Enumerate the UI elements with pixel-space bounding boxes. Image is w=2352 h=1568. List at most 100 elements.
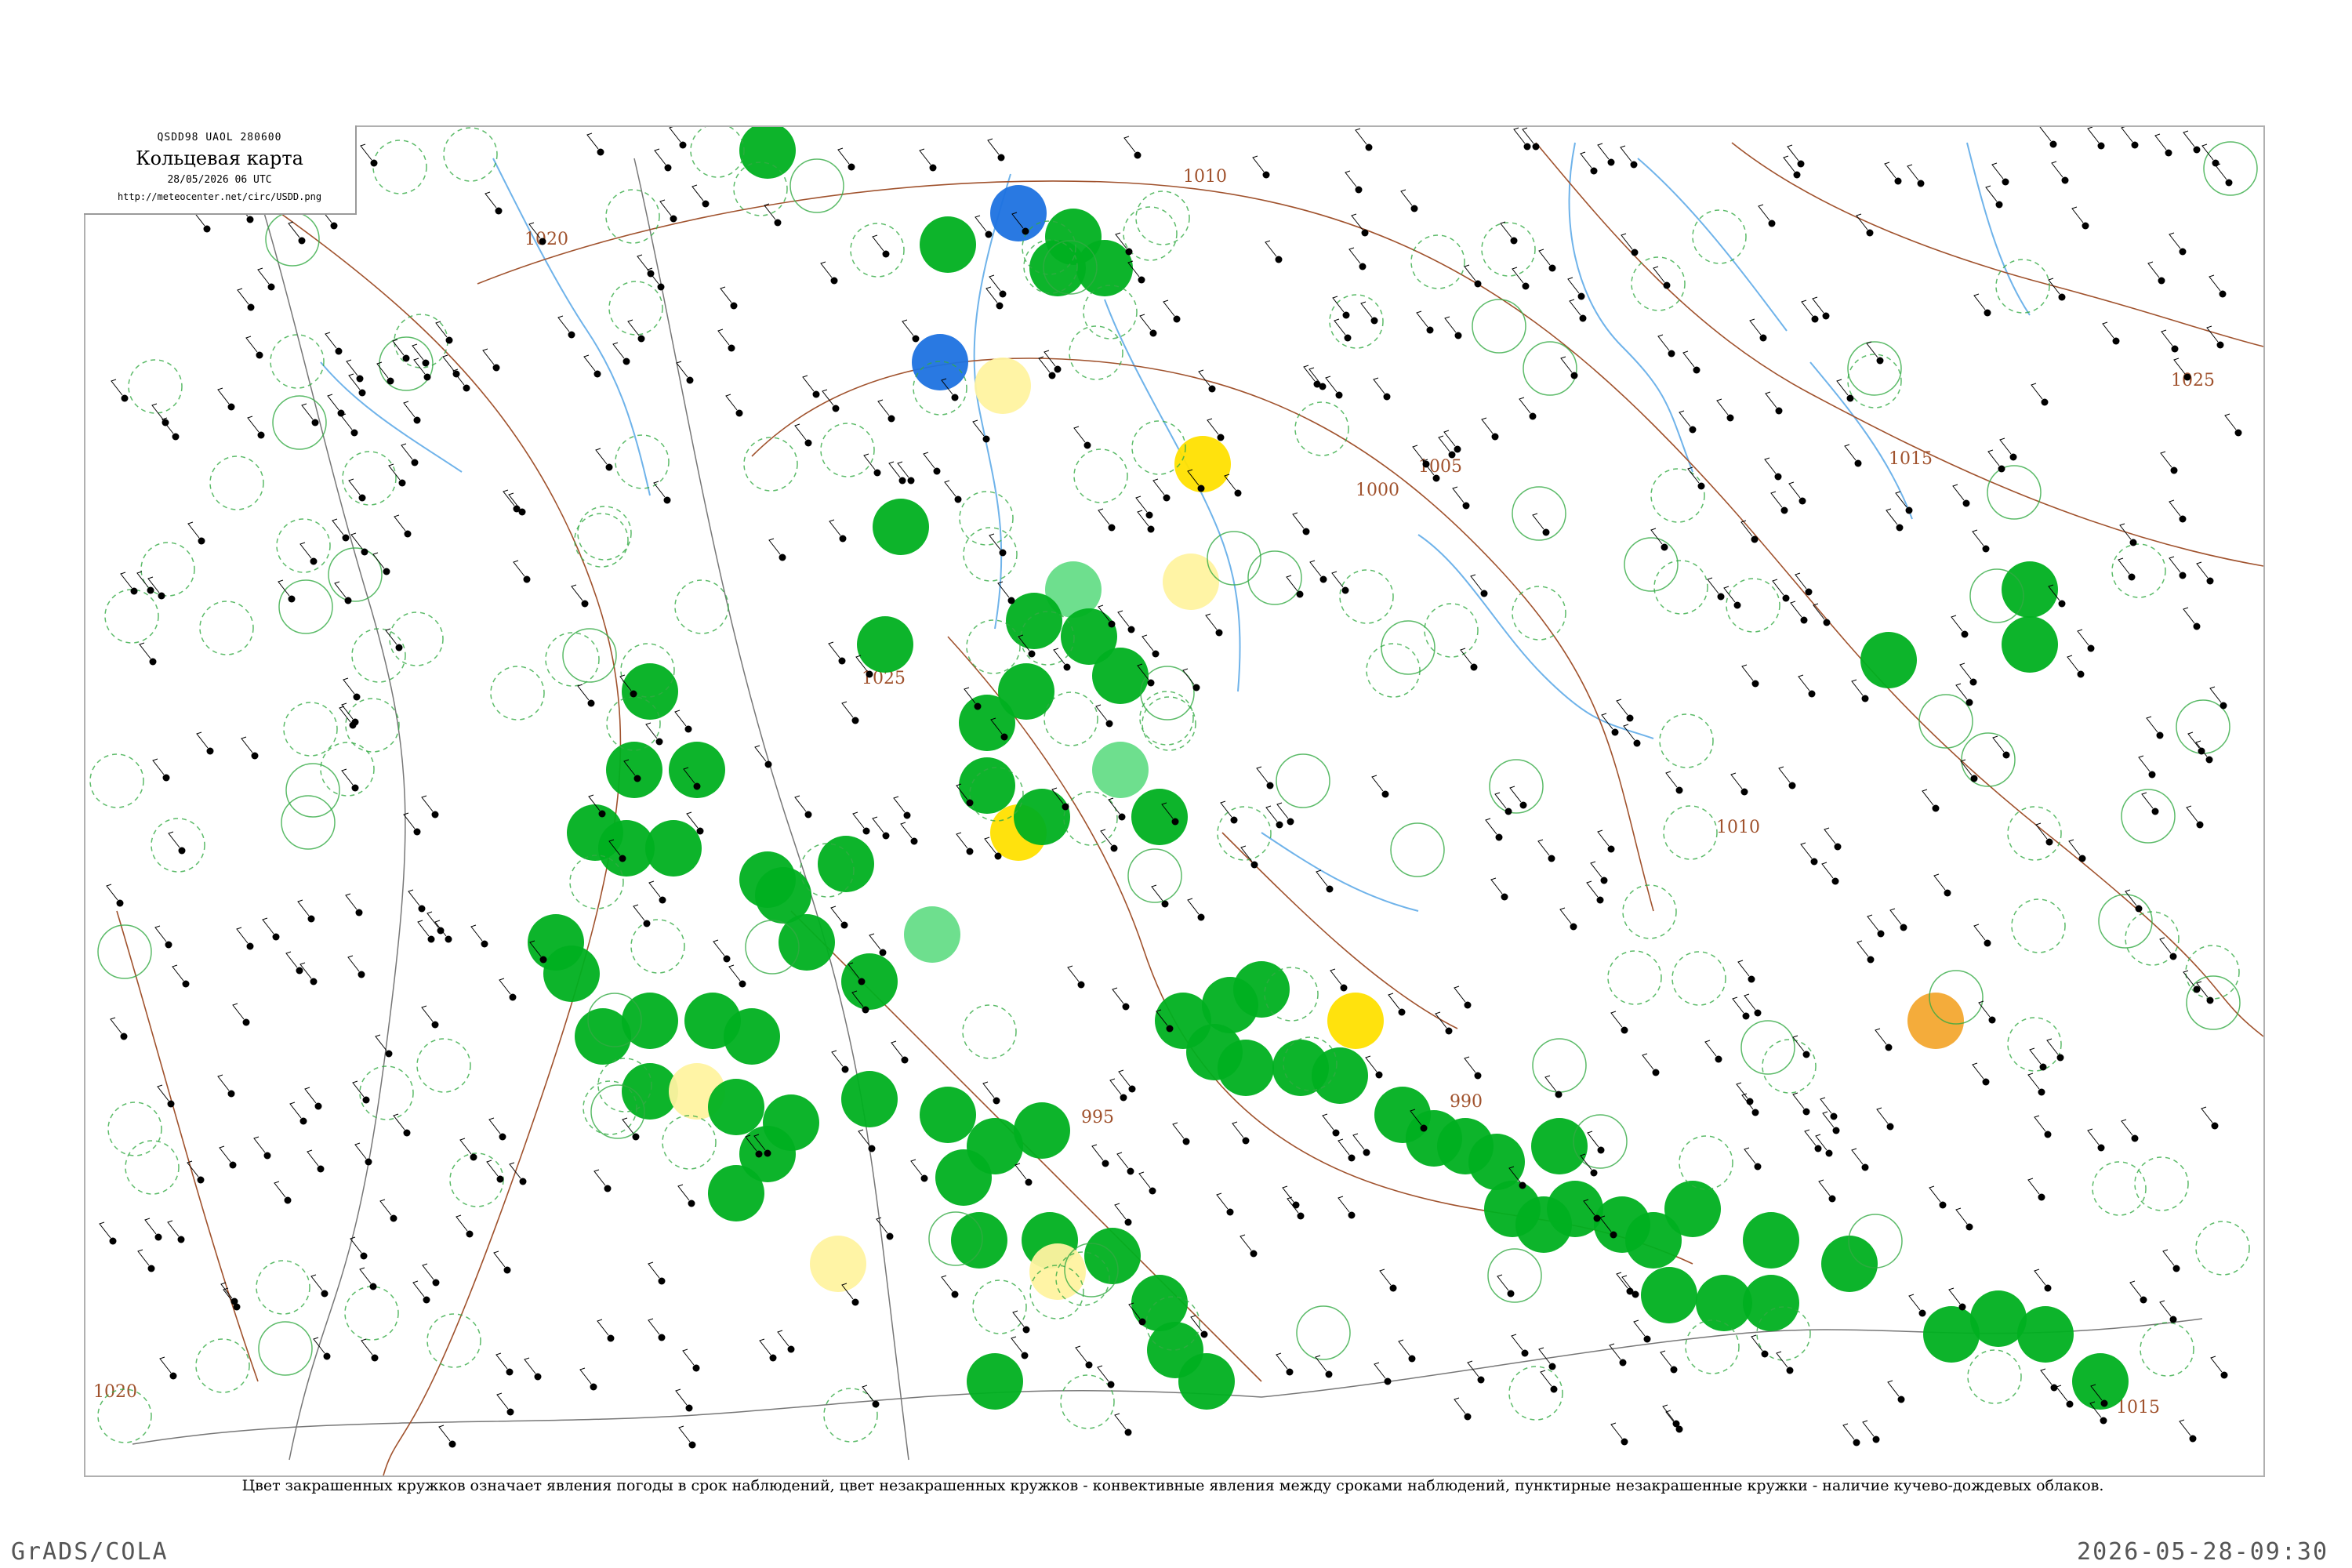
convective-ring: [1296, 1305, 1351, 1360]
station-dot: [1340, 984, 1348, 992]
wind-barb: [571, 584, 583, 601]
wind-barb: [1135, 495, 1148, 513]
station-dot: [1788, 782, 1796, 789]
wind-barb: [1795, 572, 1807, 590]
station-dot: [686, 376, 694, 384]
wind-barb: [837, 147, 850, 165]
convective-ring: [1532, 1038, 1587, 1093]
wind-barb: [2201, 143, 2214, 161]
station-dot: [1122, 1003, 1130, 1011]
station-dot: [2179, 572, 2187, 579]
wind-barb: [486, 1160, 499, 1177]
wind-barb: [354, 1142, 367, 1160]
station-dot: [692, 1364, 700, 1372]
wind-barb: [583, 354, 596, 372]
convective-ring: [1489, 759, 1544, 814]
station-dot: [1866, 229, 1874, 237]
wind-barb: [2056, 1385, 2068, 1402]
wind-barb: [196, 731, 209, 749]
station-dot: [177, 1236, 185, 1243]
isobar-label: 1025: [2171, 371, 2215, 390]
station-dot: [1896, 524, 1904, 532]
station-dot: [2172, 1265, 2180, 1272]
wind-barb: [513, 560, 525, 577]
cumulonimbus-ring: [1294, 401, 1349, 456]
wind-barb: [1679, 410, 1691, 427]
cumulonimbus-ring: [1671, 951, 1726, 1006]
station-dot: [1607, 158, 1615, 166]
station-dot: [1675, 786, 1683, 794]
wind-barb: [897, 461, 909, 478]
station-dot: [2169, 953, 2177, 960]
station-dot: [1590, 167, 1598, 175]
station-dot: [2206, 996, 2214, 1004]
wind-barb: [2210, 1356, 2223, 1373]
station-dot: [1127, 626, 1135, 633]
wind-barb: [1867, 914, 1879, 931]
wind-barb: [2087, 127, 2100, 143]
station-dot: [779, 554, 786, 561]
wind-barb: [1322, 1113, 1334, 1131]
wind-barb: [359, 1267, 372, 1284]
station-dot: [1125, 248, 1133, 256]
station-dot: [1570, 923, 1577, 931]
wind-barb: [891, 1040, 903, 1058]
wind-barb: [597, 1319, 609, 1336]
station-dot: [350, 429, 358, 437]
station-dot: [1519, 801, 1527, 809]
cumulonimbus-ring: [1069, 325, 1123, 380]
station-dot: [1797, 160, 1805, 168]
station-dot: [1462, 502, 1470, 510]
station-rain-circle: [2002, 561, 2058, 618]
wind-barb: [1650, 528, 1663, 545]
station-dot: [227, 403, 235, 411]
wind-barb: [1114, 1203, 1127, 1220]
convective-ring: [1390, 822, 1445, 877]
station-dot: [492, 364, 500, 372]
wind-barb: [1884, 162, 1896, 179]
station-dot: [832, 405, 840, 412]
station-dot: [495, 207, 503, 215]
wind-barb: [325, 332, 337, 349]
station-dot: [1905, 506, 1913, 514]
wind-barb: [2159, 1300, 2172, 1317]
station-dot: [587, 699, 595, 707]
station-dot: [1173, 315, 1181, 323]
cumulonimbus-ring: [344, 1286, 399, 1341]
wind-barb: [2121, 127, 2133, 143]
cumulonimbus-ring: [2111, 543, 2166, 598]
station-dot: [1063, 663, 1071, 671]
wind-barb: [1460, 648, 1472, 665]
wind-barb: [1665, 771, 1678, 788]
wind-barb: [408, 889, 420, 906]
station-dot: [769, 1354, 777, 1362]
wind-barb: [1567, 277, 1580, 294]
station-dot: [764, 760, 772, 768]
station-dot: [2050, 1384, 2058, 1392]
isobar-label: 1000: [1356, 481, 1399, 500]
cumulonimbus-ring: [490, 666, 545, 720]
station-dot: [307, 915, 315, 923]
station-dot: [2140, 1296, 2147, 1304]
wind-barb: [1172, 1122, 1185, 1139]
wind-barb: [2034, 1269, 2046, 1286]
wind-barb: [1765, 391, 1777, 408]
wind-barb: [691, 184, 704, 201]
wind-barb: [1511, 1334, 1523, 1351]
station-dot: [619, 855, 626, 862]
wind-barb: [2179, 1419, 2191, 1436]
station-rain_light-circle: [904, 906, 960, 963]
wind-barb: [1764, 457, 1777, 474]
station-dot: [311, 419, 319, 426]
station-dot: [851, 717, 859, 724]
wind-barb: [274, 1181, 286, 1198]
station-dot: [848, 163, 855, 171]
station-dot: [2100, 1417, 2107, 1425]
wind-barb: [485, 191, 497, 209]
wind-barb: [2046, 1038, 2059, 1055]
station-dot: [1192, 684, 1200, 691]
wind-barb: [802, 375, 815, 392]
station-dot: [590, 1383, 597, 1391]
station-dot: [267, 283, 275, 291]
river-5: [1637, 158, 1788, 332]
